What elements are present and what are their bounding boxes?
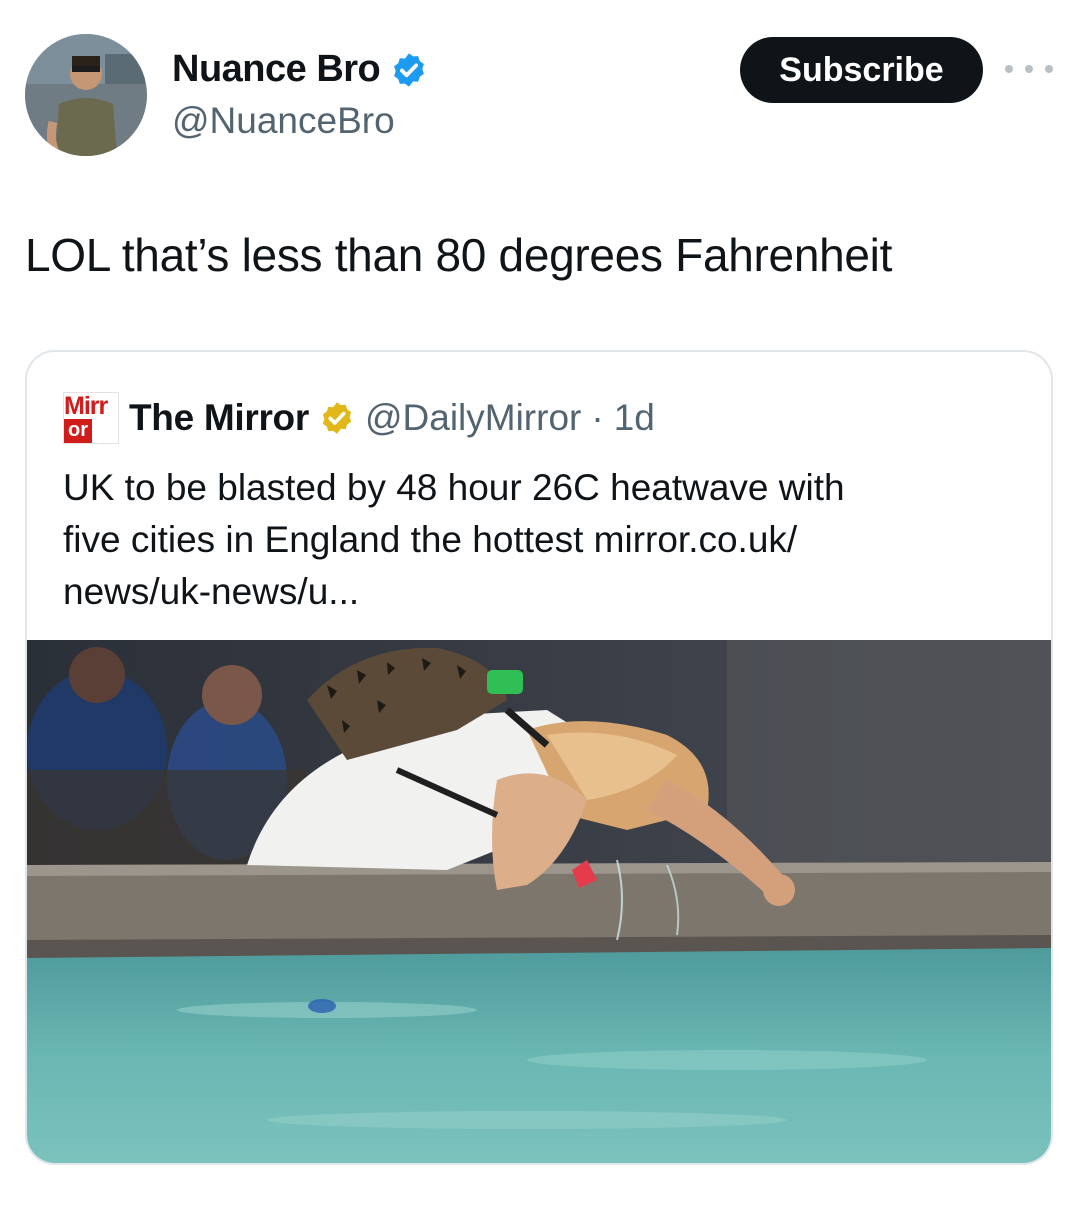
subscribe-button[interactable]: Subscribe: [740, 37, 983, 103]
author-handle[interactable]: @NuanceBro: [172, 100, 395, 142]
author-display-name[interactable]: Nuance Bro: [172, 48, 428, 91]
timestamp-separator: ·: [591, 397, 604, 438]
quoted-author-name[interactable]: The Mirror: [129, 397, 309, 439]
avatar-photo: [25, 34, 147, 156]
more-dot: [1045, 65, 1053, 73]
quoted-author-handle[interactable]: @DailyMirror: [365, 397, 581, 439]
more-dot: [1025, 65, 1033, 73]
quoted-tweet-header: Mirr or The Mirror @DailyMirror · 1d: [63, 392, 655, 444]
heatwave-photo: [27, 640, 1051, 1163]
quoted-text-line: UK to be blasted by 48 hour 26C heatwave…: [63, 467, 845, 508]
mirror-logo-top: Mirr: [64, 392, 108, 420]
quoted-tweet-card[interactable]: Mirr or The Mirror @DailyMirror · 1d UK …: [25, 350, 1053, 1165]
mirror-logo-bottom: or: [64, 419, 92, 443]
quoted-text-line[interactable]: news/uk-news/u...: [63, 566, 1013, 618]
quoted-text-line[interactable]: five cities in England the hottest mirro…: [63, 514, 1013, 566]
author-name-text: Nuance Bro: [172, 48, 381, 90]
quoted-timestamp[interactable]: 1d: [614, 397, 655, 439]
quoted-tweet-photo[interactable]: [27, 640, 1051, 1163]
verified-gold-badge-icon: [322, 402, 352, 434]
mirror-logo[interactable]: Mirr or: [63, 392, 119, 444]
verified-badge-icon: [394, 52, 425, 87]
more-dot: [1005, 65, 1013, 73]
quoted-tweet-text: UK to be blasted by 48 hour 26C heatwave…: [63, 462, 1013, 618]
tweet-text: LOL that’s less than 80 degrees Fahrenhe…: [25, 229, 893, 281]
author-avatar[interactable]: [25, 34, 147, 156]
more-options-icon[interactable]: [1005, 54, 1053, 84]
